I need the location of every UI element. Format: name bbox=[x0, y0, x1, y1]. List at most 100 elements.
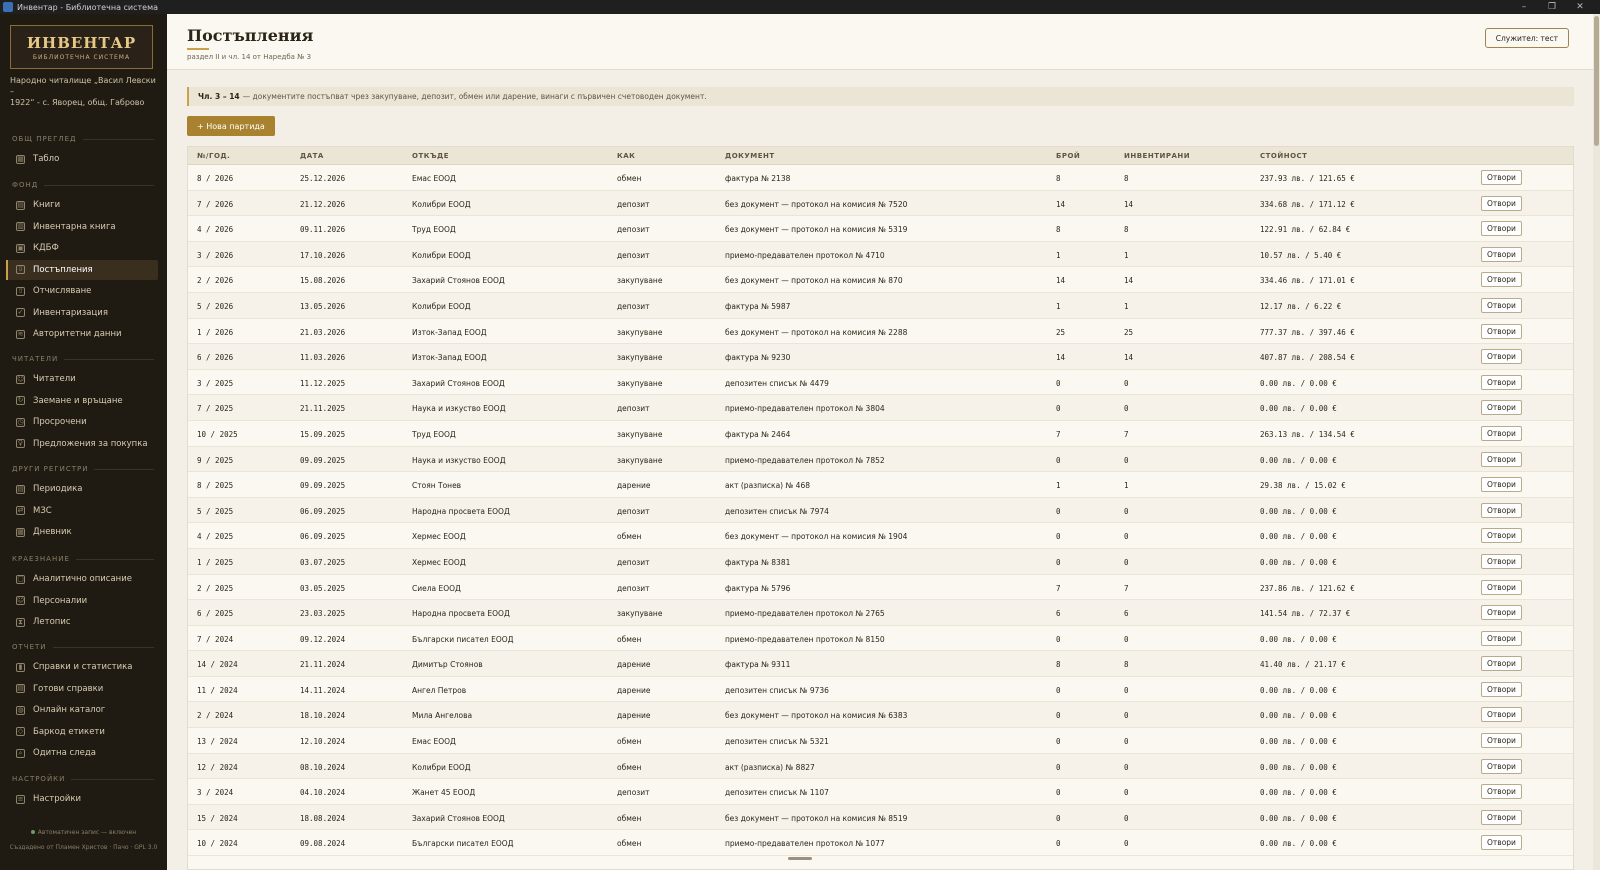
cell-count: 0 bbox=[1056, 685, 1061, 695]
cell-method: обмен bbox=[617, 634, 642, 644]
cell-date: 06.09.2025 bbox=[300, 506, 346, 516]
open-button[interactable]: Отвори bbox=[1481, 246, 1522, 262]
cell-number: 15 / 2024 bbox=[197, 813, 238, 823]
sidebar-item[interactable]: ⧗ Летопис bbox=[6, 612, 158, 632]
open-button[interactable]: Отвори bbox=[1481, 374, 1522, 390]
open-button[interactable]: Отвори bbox=[1481, 784, 1522, 800]
cell-method: обмен bbox=[617, 762, 642, 772]
sidebar-item[interactable]: ⇩ Постъпления bbox=[6, 259, 158, 280]
sidebar-item[interactable]: ⌕ Одитна следа bbox=[6, 743, 158, 763]
cell-source: Емас ЕООД bbox=[412, 174, 456, 183]
cell-source: Димитър Стоянов bbox=[412, 660, 483, 670]
sidebar-section-label: ЧИТАТЕЛИ bbox=[12, 355, 154, 363]
sidebar-footer: Автоматичен запис — включен Създадено от… bbox=[0, 825, 167, 855]
open-button[interactable]: Отвори bbox=[1481, 195, 1522, 211]
open-button[interactable]: Отвори bbox=[1481, 477, 1522, 493]
sidebar-item[interactable]: ◷ Просрочени bbox=[6, 412, 158, 432]
cell-value: 237.86 лв. / 121.62 € bbox=[1260, 583, 1355, 593]
open-button[interactable]: Отвори bbox=[1481, 297, 1522, 313]
open-button[interactable]: Отвори bbox=[1481, 579, 1522, 595]
scrollbar-thumb[interactable] bbox=[1594, 16, 1599, 146]
horizontal-scroll-indicator[interactable] bbox=[788, 857, 812, 860]
sidebar-item[interactable]: ◇ Баркод етикети bbox=[6, 722, 158, 742]
cell-date: 09.08.2024 bbox=[300, 839, 346, 849]
cell-inventoried: 8 bbox=[1124, 225, 1129, 235]
minimize-icon[interactable]: – bbox=[1510, 0, 1538, 14]
sidebar-item[interactable]: ✓ Инвентаризация bbox=[6, 303, 158, 323]
sidebar-item[interactable]: ♀ Предложения за покупка bbox=[6, 434, 158, 454]
sidebar-item[interactable]: ▦ Табло bbox=[6, 149, 158, 169]
cell-source: Хермес ЕООД bbox=[412, 557, 466, 567]
open-button[interactable]: Отвори bbox=[1481, 707, 1522, 723]
sidebar-item-label: Настройки bbox=[33, 794, 82, 804]
open-button[interactable]: Отвори bbox=[1481, 630, 1522, 646]
open-button[interactable]: Отвори bbox=[1481, 451, 1522, 467]
sidebar-item[interactable]: ▣ КДБФ bbox=[6, 238, 158, 258]
cell-inventoried: 14 bbox=[1124, 276, 1134, 286]
col-count[interactable]: БРОЙ bbox=[1056, 152, 1080, 160]
cell-method: обмен bbox=[617, 174, 642, 183]
open-button[interactable]: Отвори bbox=[1481, 656, 1522, 672]
table-row: 4 / 2026 09.11.2026 Труд ЕООД депозит без до… bbox=[188, 216, 1573, 242]
legal-note-article: Чл. 3 – 14 bbox=[198, 92, 240, 101]
sidebar-item[interactable]: ⇧ Отчисляване bbox=[6, 281, 158, 301]
legal-note: Чл. 3 – 14 — документите постъпват чрез … bbox=[187, 87, 1574, 106]
open-button[interactable]: Отвори bbox=[1481, 349, 1522, 365]
open-button[interactable]: Отвори bbox=[1481, 400, 1522, 416]
sidebar-item[interactable]: ▤ Периодика bbox=[6, 479, 158, 499]
cell-count: 1 bbox=[1056, 250, 1061, 260]
cell-inventoried: 0 bbox=[1124, 378, 1129, 388]
sidebar-item[interactable]: ⇄ МЗС bbox=[6, 501, 158, 521]
cell-value: 0.00 лв. / 0.00 € bbox=[1260, 813, 1337, 823]
sidebar-item[interactable]: ▮ Справки и статистика bbox=[6, 657, 158, 677]
sidebar-item[interactable]: ▢ Аналитично описание bbox=[6, 569, 158, 589]
cell-date: 21.11.2024 bbox=[300, 660, 346, 670]
maximize-icon[interactable]: ❐ bbox=[1538, 0, 1566, 14]
close-icon[interactable]: ✕ bbox=[1566, 0, 1594, 14]
col-document[interactable]: ДОКУМЕНТ bbox=[725, 152, 775, 160]
open-button[interactable]: Отвори bbox=[1481, 835, 1522, 851]
col-value[interactable]: СТОЙНОСТ bbox=[1260, 152, 1307, 160]
col-source[interactable]: ОТКЪДЕ bbox=[412, 152, 449, 160]
sidebar-item[interactable]: ▦ Дневник bbox=[6, 522, 158, 542]
open-button[interactable]: Отвори bbox=[1481, 528, 1522, 544]
cell-source: Захарий Стоянов ЕООД bbox=[412, 813, 505, 823]
cell-value: 41.40 лв. / 21.17 € bbox=[1260, 660, 1346, 670]
open-button[interactable]: Отвори bbox=[1481, 758, 1522, 774]
sidebar-item[interactable]: ☺ Читатели bbox=[6, 369, 158, 389]
user-button[interactable]: Служител: тест bbox=[1484, 28, 1569, 48]
col-number[interactable]: №/ГОД. bbox=[197, 152, 230, 160]
sidebar-item[interactable]: ▤ Готови справки bbox=[6, 679, 158, 699]
cell-inventoried: 0 bbox=[1124, 685, 1129, 695]
cell-inventoried: 14 bbox=[1124, 353, 1134, 363]
col-date[interactable]: ДАТА bbox=[300, 152, 324, 160]
open-button[interactable]: Отвори bbox=[1481, 425, 1522, 441]
sidebar-item[interactable]: ☺ Персоналии bbox=[6, 591, 158, 611]
col-inventoried[interactable]: ИНВЕНТИРАНИ bbox=[1124, 152, 1190, 160]
open-button[interactable]: Отвори bbox=[1481, 221, 1522, 237]
sidebar-item[interactable]: ≡ Настройки bbox=[6, 789, 158, 809]
open-button[interactable]: Отвори bbox=[1481, 733, 1522, 749]
open-button[interactable]: Отвори bbox=[1481, 553, 1522, 569]
cell-source: Хермес ЕООД bbox=[412, 532, 466, 542]
open-button[interactable]: Отвори bbox=[1481, 502, 1522, 518]
new-batch-button[interactable]: + Нова партида bbox=[187, 116, 275, 136]
sidebar-item[interactable]: ▤ Книги bbox=[6, 195, 158, 215]
open-button[interactable]: Отвори bbox=[1481, 170, 1522, 185]
sidebar-item[interactable]: ≋ Авторитетни данни bbox=[6, 324, 158, 344]
table-row: 5 / 2026 13.05.2026 Колибри ЕООД депозит фак… bbox=[188, 292, 1573, 319]
open-button[interactable]: Отвори bbox=[1481, 272, 1522, 288]
open-button[interactable]: Отвори bbox=[1481, 681, 1522, 697]
vertical-scrollbar[interactable] bbox=[1593, 14, 1600, 870]
cell-document: депозитен списък № 4479 bbox=[725, 378, 829, 388]
sidebar-item[interactable]: ↻ Заемане и връщане bbox=[6, 391, 158, 411]
open-button[interactable]: Отвори bbox=[1481, 809, 1522, 825]
sidebar-item[interactable]: ◍ Онлайн каталог bbox=[6, 700, 158, 720]
cell-method: дарение bbox=[617, 660, 651, 670]
open-button[interactable]: Отвори bbox=[1481, 605, 1522, 621]
cell-date: 21.12.2026 bbox=[300, 199, 346, 209]
open-button[interactable]: Отвори bbox=[1481, 323, 1522, 339]
sidebar-item[interactable]: ▥ Инвентарна книга bbox=[6, 217, 158, 237]
col-method[interactable]: КАК bbox=[617, 152, 635, 160]
cell-number: 2 / 2024 bbox=[197, 711, 234, 721]
